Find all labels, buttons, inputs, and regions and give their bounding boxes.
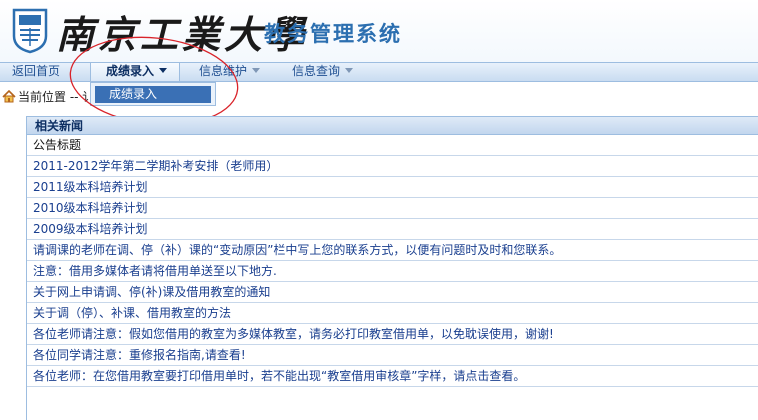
- home-icon: [2, 90, 16, 103]
- news-link[interactable]: 关于网上申请调、停(补)课及借用教室的通知: [33, 285, 270, 299]
- dropdown-item-grade-entry[interactable]: 成绩录入: [95, 86, 211, 103]
- news-item: 关于网上申请调、停(补)课及借用教室的通知: [27, 282, 758, 303]
- news-link[interactable]: 关于调（停）、补课、借用教室的方法: [33, 306, 231, 320]
- news-item: 注意：借用多媒体者请将借用单送至以下地方.: [27, 261, 758, 282]
- nav-grade-entry-menu[interactable]: 成绩录入: [90, 63, 180, 81]
- grade-entry-dropdown: 成绩录入: [90, 82, 216, 106]
- main-nav: 返回首页 成绩录入 信息维护 信息查询: [0, 62, 758, 82]
- news-item: 2011级本科培养计划: [27, 177, 758, 198]
- news-item: 各位老师请注意：假如您借用的教室为多媒体教室，请务必打印教室借用单，以免耽误使用…: [27, 324, 758, 345]
- nav-info-maintenance-menu[interactable]: 信息维护: [199, 63, 261, 81]
- nav-home-link[interactable]: 返回首页: [12, 63, 60, 81]
- news-item: 2010级本科培养计划: [27, 198, 758, 219]
- news-link[interactable]: 2011-2012学年第二学期补考安排（老师用）: [33, 159, 278, 173]
- nav-info-maintenance-label: 信息维护: [199, 64, 248, 78]
- chevron-down-icon: [159, 68, 168, 73]
- news-item: 2011-2012学年第二学期补考安排（老师用）: [27, 156, 758, 177]
- nav-info-query-menu[interactable]: 信息查询: [292, 63, 354, 81]
- page-header: 南京工業大學 教务管理系统: [0, 0, 758, 62]
- breadcrumb: 当前位置 -- 讠: [2, 89, 94, 105]
- news-link[interactable]: 各位老师：在您借用教室要打印借用单时，若不能出现“教室借用审核章”字样，请点击查…: [33, 369, 525, 383]
- news-link[interactable]: 各位老师请注意：假如您借用的教室为多媒体教室，请务必打印教室借用单，以免耽误使用…: [33, 327, 554, 341]
- news-link[interactable]: 请调课的老师在调、停（补）课的“变动原因”栏中写上您的联系方式，以便有问题时及时…: [33, 243, 561, 257]
- news-item: 2009级本科培养计划: [27, 219, 758, 240]
- news-item: 各位老师：在您借用教室要打印借用单时，若不能出现“教室借用审核章”字样，请点击查…: [27, 366, 758, 387]
- news-item: 请调课的老师在调、停（补）课的“变动原因”栏中写上您的联系方式，以便有问题时及时…: [27, 240, 758, 261]
- nav-grade-entry-label: 成绩录入: [106, 64, 155, 78]
- nav-home-label: 返回首页: [12, 64, 61, 78]
- news-item: 各位同学请注意：重修报名指南,请查看!: [27, 345, 758, 366]
- system-title: 教务管理系统: [264, 22, 402, 46]
- university-logo-icon: [12, 8, 48, 54]
- chevron-down-icon: [252, 68, 261, 73]
- news-link[interactable]: 各位同学请注意：重修报名指南,请查看!: [33, 348, 246, 362]
- news-panel: 相关新闻 公告标题 2011-2012学年第二学期补考安排（老师用） 2011级…: [26, 116, 758, 420]
- news-link[interactable]: 注意：借用多媒体者请将借用单送至以下地方.: [33, 264, 277, 278]
- news-column-header: 公告标题: [27, 135, 758, 156]
- news-panel-title: 相关新闻: [27, 117, 758, 135]
- news-link[interactable]: 2011级本科培养计划: [33, 180, 148, 194]
- news-link[interactable]: 2009级本科培养计划: [33, 222, 148, 236]
- breadcrumb-text: 当前位置 -- 讠: [18, 90, 95, 104]
- chevron-down-icon: [345, 68, 354, 73]
- nav-info-query-label: 信息查询: [292, 64, 341, 78]
- news-item: 关于调（停）、补课、借用教室的方法: [27, 303, 758, 324]
- news-link[interactable]: 2010级本科培养计划: [33, 201, 148, 215]
